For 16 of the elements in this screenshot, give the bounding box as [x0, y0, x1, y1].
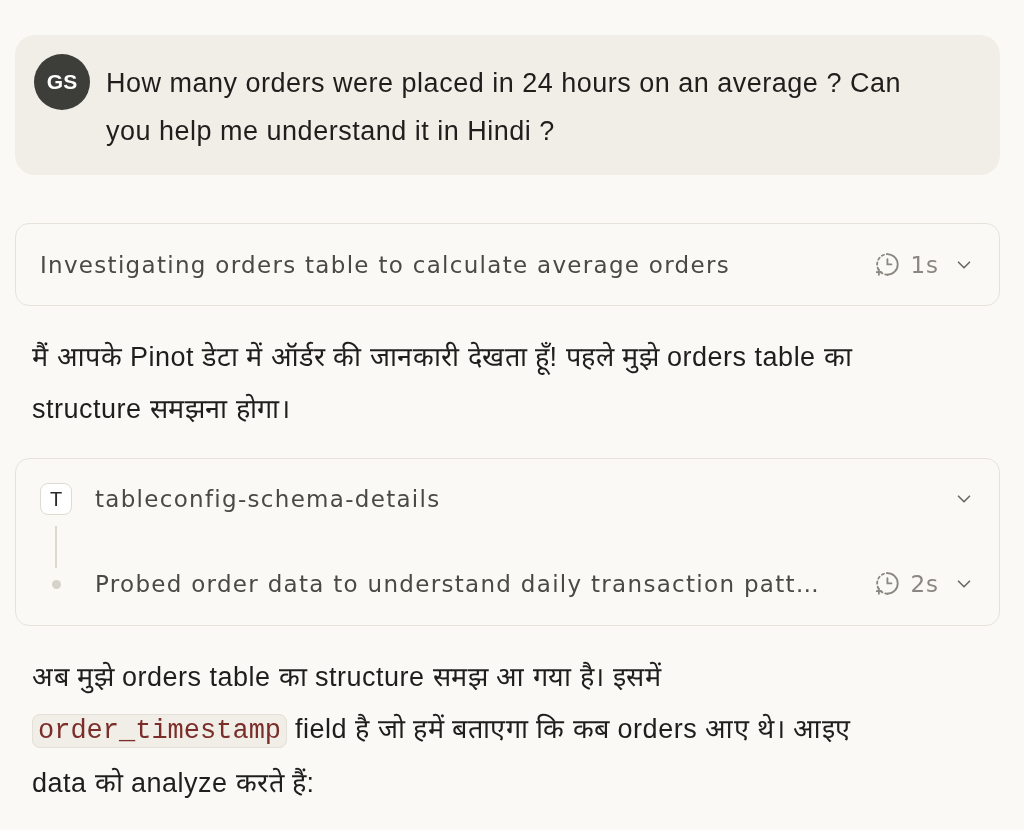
message-paragraph: अब मुझे orders table का structure समझ आ गया है। इसमें order_timestamp field है जो हमें बताएगा कि कब orders आए थे। आइए data को analyze करते हैं: — [31, 660, 852, 800]
inline-code: order_timestamp — [32, 714, 288, 748]
message-paragraph: मैं आपके Pinot डेटा में ऑर्डर की जानकारी देखता हूँ! पहले मुझे orders table का structure समझना होगा। — [31, 340, 854, 426]
clock-icon — [876, 252, 901, 277]
tool-name: tableconfig-schema-details — [95, 486, 442, 512]
timeline-connector — [55, 526, 57, 568]
clock-icon — [876, 572, 901, 596]
duration-label: 1s — [910, 251, 939, 278]
step-title: Investigating orders table to calculate average orders — [40, 251, 731, 278]
tool-initial: T — [40, 483, 72, 515]
user-message-text: How many orders were placed in 24 hours on an average ? Can you help me understand it in Hindi ? — [106, 67, 902, 148]
duration-label: 2s — [910, 571, 939, 597]
user-avatar: GS — [34, 54, 90, 110]
step-card[interactable]: Investigating orders table to calculate average orders 1s — [15, 223, 1000, 306]
timeline-dot-icon — [51, 579, 61, 589]
step-title: Probed order data to understand daily transaction patt… — [95, 571, 822, 597]
